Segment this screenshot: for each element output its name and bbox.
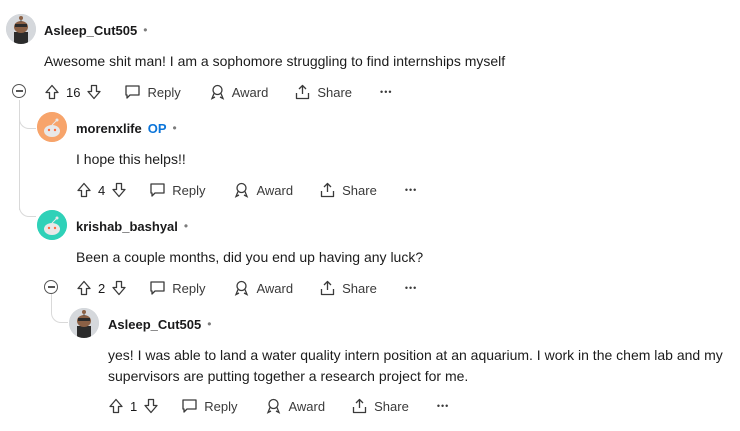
upvote-button[interactable] bbox=[44, 84, 60, 100]
award-icon bbox=[235, 280, 249, 296]
vote-count: 1 bbox=[130, 398, 138, 414]
more-options-button[interactable]: ••• bbox=[437, 401, 449, 411]
upvote-button[interactable] bbox=[76, 280, 92, 296]
downvote-icon bbox=[112, 182, 126, 198]
comment-actions: 16 Reply Award Share ••• bbox=[44, 80, 393, 104]
downvote-icon bbox=[112, 280, 126, 296]
share-label: Share bbox=[374, 398, 409, 414]
award-button[interactable]: Award bbox=[209, 84, 269, 100]
comment-body: Awesome shit man! I am a sophomore strug… bbox=[44, 53, 506, 69]
comment-actions: 1 Reply Award Share ••• bbox=[108, 394, 449, 418]
avatar[interactable] bbox=[69, 308, 99, 338]
downvote-button[interactable] bbox=[143, 398, 159, 414]
separator-dot: • bbox=[183, 219, 189, 233]
comment-actions: 4 Reply Award Share ••• bbox=[76, 178, 417, 202]
vote-count: 2 bbox=[98, 280, 106, 296]
award-icon bbox=[235, 182, 249, 198]
op-badge: OP bbox=[147, 120, 167, 136]
downvote-icon bbox=[144, 398, 158, 414]
comment-actions: 2 Reply Award Share ••• bbox=[76, 276, 417, 300]
upvote-icon bbox=[45, 84, 59, 100]
award-label: Award bbox=[288, 398, 326, 414]
author-name[interactable]: Asleep_Cut505 bbox=[44, 23, 137, 38]
share-button[interactable]: Share bbox=[319, 182, 377, 198]
award-button[interactable]: Award bbox=[265, 398, 325, 414]
share-label: Share bbox=[317, 84, 353, 100]
upvote-icon bbox=[77, 182, 91, 198]
vote-count: 16 bbox=[66, 84, 81, 100]
award-icon bbox=[267, 398, 281, 414]
thread-elbow bbox=[51, 294, 68, 323]
author-name[interactable]: Asleep_Cut505 bbox=[108, 317, 201, 332]
downvote-button[interactable] bbox=[86, 84, 102, 100]
upvote-button[interactable] bbox=[76, 182, 92, 198]
collapse-button[interactable] bbox=[44, 280, 58, 294]
award-label: Award bbox=[256, 280, 294, 296]
collapse-button[interactable] bbox=[12, 84, 26, 98]
downvote-button[interactable] bbox=[111, 280, 127, 296]
comment-body: yes! I was able to land a water quality … bbox=[108, 347, 723, 384]
award-label: Award bbox=[256, 182, 294, 198]
comment-body: Been a couple months, did you end up hav… bbox=[76, 249, 424, 265]
comment-icon bbox=[125, 85, 141, 99]
separator-dot: • bbox=[207, 317, 212, 331]
comment-body: I hope this helps!! bbox=[76, 151, 186, 167]
separator-dot: • bbox=[143, 23, 148, 37]
comment-meta: Asleep_Cut505 • bbox=[108, 314, 211, 334]
upvote-icon bbox=[77, 280, 91, 296]
comment-meta: krishab_bashyal • bbox=[76, 216, 188, 236]
comment-icon bbox=[182, 399, 197, 413]
downvote-icon bbox=[87, 84, 102, 100]
more-options-button[interactable]: ••• bbox=[405, 283, 417, 293]
avatar[interactable] bbox=[6, 14, 36, 44]
award-button[interactable]: Award bbox=[233, 280, 293, 296]
more-options-button[interactable]: ••• bbox=[380, 87, 392, 97]
avatar[interactable] bbox=[37, 210, 67, 240]
comment-meta: morenxlife OP • bbox=[76, 118, 177, 138]
share-icon bbox=[320, 182, 335, 198]
comment-meta: Asleep_Cut505 • bbox=[44, 20, 147, 40]
share-label: Share bbox=[342, 182, 377, 198]
reply-button[interactable]: Reply bbox=[149, 280, 205, 296]
share-button[interactable]: Share bbox=[351, 398, 409, 414]
reply-button[interactable]: Reply bbox=[124, 84, 181, 100]
share-icon bbox=[296, 84, 310, 100]
reply-button[interactable]: Reply bbox=[149, 182, 205, 198]
share-button[interactable]: Share bbox=[294, 84, 352, 100]
share-button[interactable]: Share bbox=[319, 280, 377, 296]
author-name[interactable]: morenxlife bbox=[76, 121, 142, 136]
reply-label: Reply bbox=[172, 280, 206, 296]
reply-label: Reply bbox=[172, 182, 206, 198]
upvote-button[interactable] bbox=[108, 398, 124, 414]
share-icon bbox=[320, 280, 335, 296]
more-options-button[interactable]: ••• bbox=[405, 185, 417, 195]
reply-label: Reply bbox=[147, 84, 181, 100]
award-button[interactable]: Award bbox=[233, 182, 293, 198]
award-icon bbox=[210, 84, 224, 100]
share-label: Share bbox=[342, 280, 377, 296]
author-name[interactable]: krishab_bashyal bbox=[76, 219, 178, 234]
downvote-button[interactable] bbox=[111, 182, 127, 198]
comment-icon bbox=[150, 281, 165, 295]
comment-icon bbox=[150, 183, 165, 197]
reply-label: Reply bbox=[204, 398, 238, 414]
award-label: Award bbox=[231, 84, 269, 100]
separator-dot: • bbox=[172, 121, 177, 135]
thread-elbow bbox=[19, 100, 36, 129]
vote-count: 4 bbox=[98, 182, 106, 198]
avatar[interactable] bbox=[37, 112, 67, 142]
upvote-icon bbox=[109, 398, 123, 414]
share-icon bbox=[352, 398, 367, 414]
thread-elbow bbox=[19, 190, 36, 217]
reply-button[interactable]: Reply bbox=[181, 398, 237, 414]
